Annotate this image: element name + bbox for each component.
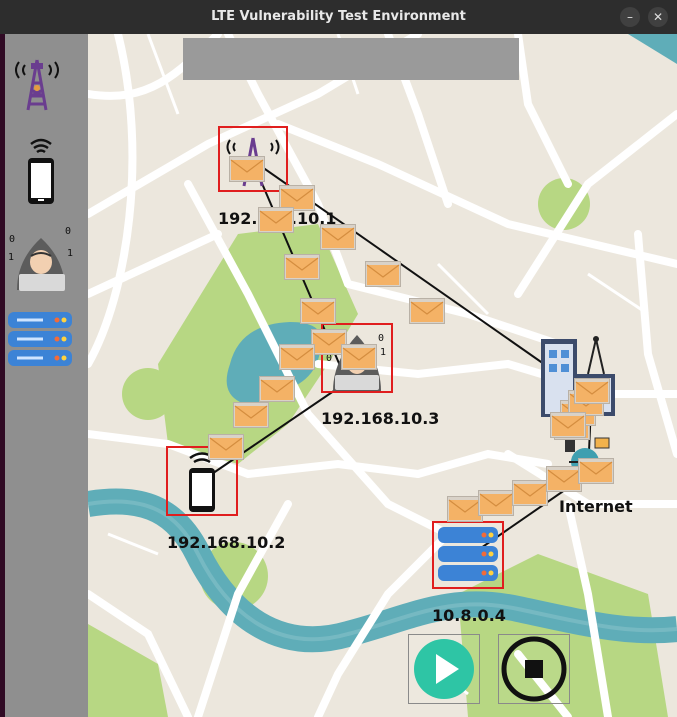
- packet-envelope-icon: [365, 261, 401, 287]
- stop-button[interactable]: [498, 634, 570, 704]
- packet-envelope-icon: [512, 480, 548, 506]
- title-bar: LTE Vulnerability Test Environment – ✕: [0, 0, 677, 34]
- node-ue-label: 192.168.10.2: [167, 533, 286, 552]
- hacker-icon: 0 1 0 1: [8, 226, 73, 291]
- server-icon: [8, 312, 72, 366]
- packet-envelope-icon: [284, 254, 320, 280]
- node-server-selection[interactable]: [432, 521, 504, 589]
- minimize-button[interactable]: –: [620, 7, 640, 27]
- packet-envelope-icon: [279, 344, 315, 370]
- palette-phone[interactable]: [5, 134, 88, 214]
- packet-envelope-icon: [229, 156, 265, 182]
- packet-envelope-icon: [478, 490, 514, 516]
- node-server-label: 10.8.0.4: [432, 606, 506, 625]
- svg-text:1: 1: [8, 252, 14, 263]
- packet-envelope-icon: [233, 402, 269, 428]
- palette-server[interactable]: [5, 309, 88, 389]
- status-bar-placeholder: [183, 38, 519, 80]
- node-palette: 0 1 0 1: [5, 34, 88, 717]
- play-button[interactable]: [408, 634, 480, 704]
- play-icon: [414, 639, 474, 699]
- close-button[interactable]: ✕: [648, 7, 668, 27]
- node-internet-label: Internet: [559, 497, 633, 516]
- palette-hacker[interactable]: 0 1 0 1: [5, 220, 88, 300]
- base-station-icon: [15, 59, 59, 111]
- packet-envelope-icon: [258, 207, 294, 233]
- window-title: LTE Vulnerability Test Environment: [211, 9, 466, 24]
- packet-envelope-icon: [341, 344, 377, 370]
- node-attacker-label: 192.168.10.3: [321, 409, 440, 428]
- packet-envelope-icon: [259, 376, 295, 402]
- svg-text:1: 1: [67, 248, 73, 259]
- packet-envelope-icon: [546, 466, 582, 492]
- server-icon: [438, 527, 498, 581]
- svg-text:0: 0: [9, 234, 15, 245]
- stop-icon: [501, 636, 567, 702]
- svg-text:0: 0: [65, 226, 71, 237]
- packet-envelope-icon: [208, 434, 244, 460]
- packet-envelope-icon: [320, 224, 356, 250]
- packet-envelope-icon: [409, 298, 445, 324]
- palette-base-station[interactable]: [5, 48, 88, 128]
- packet-envelope-icon: [578, 458, 614, 484]
- svg-text:1: 1: [380, 347, 386, 358]
- packet-envelope-icon: [574, 378, 610, 404]
- packet-envelope-icon: [550, 412, 586, 438]
- network-canvas[interactable]: 192.168.10.1 1 0 0 1 192.168.10.3 192.16…: [88, 34, 677, 717]
- packet-envelope-icon: [300, 298, 336, 324]
- phone-icon: [28, 138, 54, 204]
- svg-text:0: 0: [378, 333, 384, 344]
